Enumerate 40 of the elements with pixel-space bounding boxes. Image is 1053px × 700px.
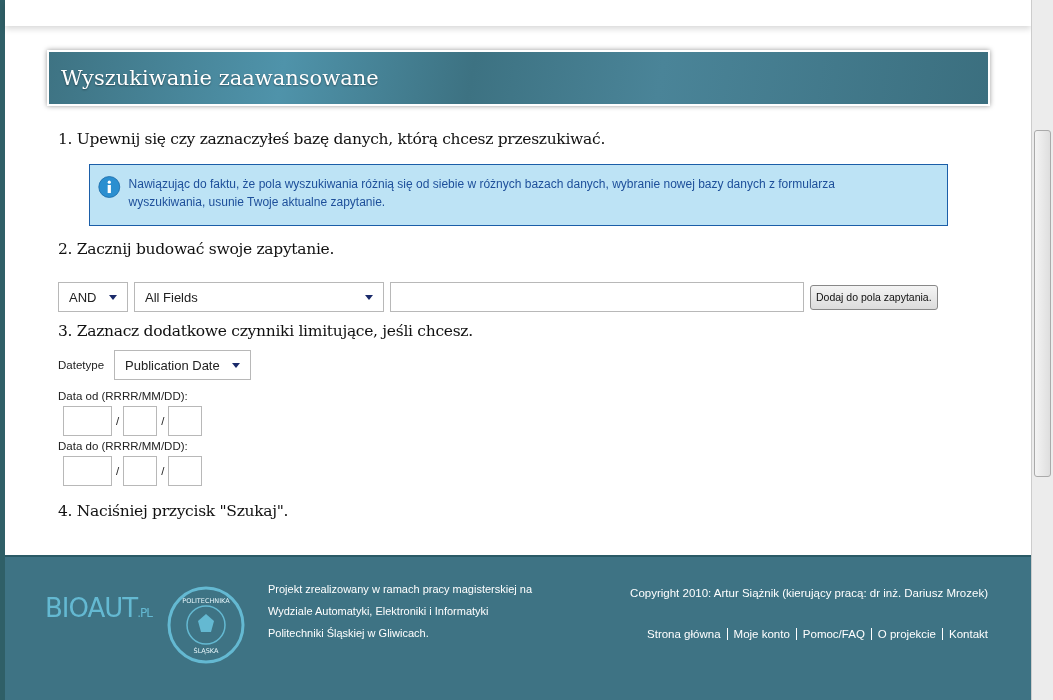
date-separator: / — [161, 465, 165, 477]
copyright-text: Copyright 2010: Artur Siążnik (kierujący pracą: dr inż. Dariusz Mrozek) — [630, 587, 988, 599]
year-input[interactable] — [63, 406, 112, 436]
day-input[interactable] — [168, 456, 203, 486]
footer-link[interactable]: Moje konto — [726, 628, 796, 640]
project-info-line: Wydziale Automatyki, Elektroniki i Informatyki — [267, 604, 490, 619]
step-heading: 2. Zacznij budować swoje zapytanie. — [58, 240, 336, 258]
scrollbar[interactable] — [1031, 0, 1053, 700]
date-range-label: Data do (RRRR/MM/DD): — [58, 440, 189, 452]
footer-link[interactable]: O projekcie — [870, 628, 942, 640]
date-range-label: Data od (RRRR/MM/DD): — [58, 390, 189, 402]
caret-icon — [109, 294, 117, 300]
date-separator: / — [116, 465, 120, 477]
date-separator: / — [116, 415, 120, 427]
datetype-dropdown[interactable]: Publication Date — [114, 350, 252, 380]
year-input[interactable] — [63, 456, 112, 486]
caret-icon — [365, 294, 373, 300]
project-info-line: Projekt zrealizowany w ramach pracy magisterskiej na — [267, 582, 534, 597]
day-input[interactable] — [168, 406, 203, 436]
footer-link[interactable]: Pomoc/FAQ — [795, 628, 871, 640]
field-dropdown[interactable]: All Fields — [134, 282, 384, 312]
datetype-label: Datetype — [58, 359, 105, 371]
step-heading: 3. Zaznacz dodatkowe czynniki limitujące, jeśli chcesz. — [58, 322, 474, 340]
add-to-query-button[interactable]: Dodaj do pola zapytania. — [810, 284, 938, 310]
page-title: Wyszukiwanie zaawansowane — [61, 66, 379, 90]
footer-link[interactable]: Kontakt — [942, 628, 988, 640]
project-info-line: Politechniki Śląskiej w Gliwicach. — [267, 626, 430, 641]
operator-dropdown[interactable]: AND — [58, 282, 128, 312]
info-message: Nawiązując do faktu, że pola wyszukiwania różnią się od siebie w różnych bazach danych, wybranie nowej bazy danych z formularza wyszukiwania, usunie Twoje aktualne zapytanie. — [128, 176, 836, 211]
query-input[interactable] — [390, 282, 804, 312]
month-input[interactable] — [123, 406, 158, 436]
bioaut-logo: BIOAUT.PL — [45, 593, 152, 623]
month-input[interactable] — [123, 456, 158, 486]
info-icon — [98, 173, 121, 201]
date-separator: / — [161, 415, 165, 427]
step-heading: 4. Naciśniej przycisk "Szukaj". — [58, 502, 290, 520]
step-heading: 1. Upewnij się czy zaznaczyłeś bazę danych, którą chcesz przeszukiwać. — [58, 130, 607, 148]
caret-icon — [232, 362, 241, 368]
footer-link[interactable]: Strona główna — [641, 628, 727, 640]
scrollbar-thumb[interactable] — [1034, 130, 1051, 477]
